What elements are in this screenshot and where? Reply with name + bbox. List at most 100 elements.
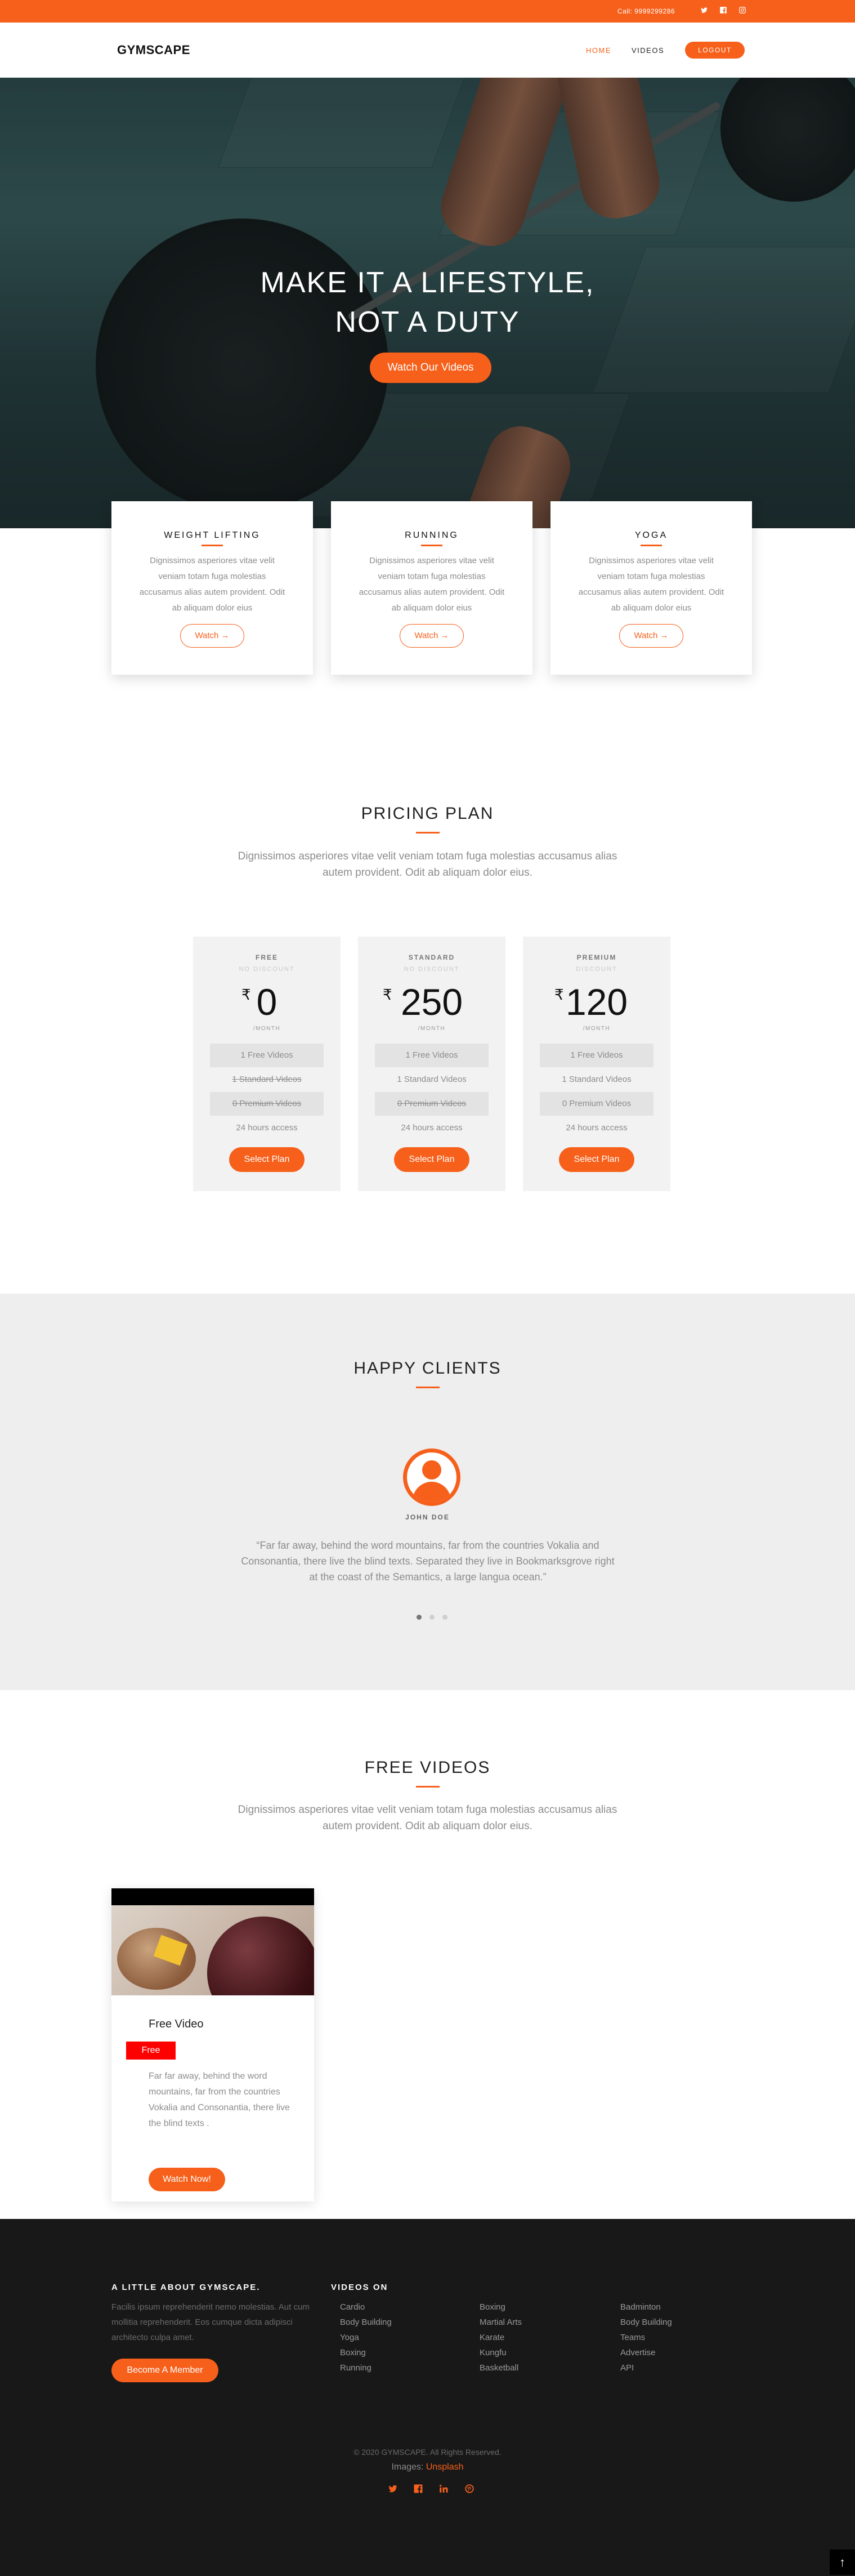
dessert-shape [117, 1928, 196, 1990]
footer-link[interactable]: Running [340, 2360, 392, 2376]
facebook-icon[interactable] [411, 2484, 425, 2497]
plan-feature: 1 Standard Videos [562, 1075, 632, 1084]
footer-link[interactable]: Boxing [340, 2345, 392, 2360]
happy-clients-section: HAPPY CLIENTS JOHN DOE “Far far away, be… [0, 1294, 855, 1690]
activity-description: Dignissimos asperiores vitae velit venia… [578, 556, 724, 613]
activity-card-weight-lifting: WEIGHT LIFTING Dignissimos asperiores vi… [111, 501, 313, 675]
avatar-ring [407, 1452, 456, 1502]
copyright-text: © 2020 GYMSCAPE. All Rights Reserved. [353, 2448, 502, 2457]
select-plan-button[interactable]: Select Plan [394, 1147, 469, 1172]
back-to-top-button[interactable]: ↑ [830, 2550, 855, 2575]
plan-card-free: FREE NO DISCOUNT ₹ 0 /MONTH 1 Free Video… [193, 937, 341, 1191]
plan-feature: 1 Free Videos [210, 1044, 324, 1067]
footer-link[interactable]: Boxing [480, 2299, 522, 2315]
watch-button[interactable]: Watch → [400, 624, 464, 648]
footer-link[interactable]: Advertise [620, 2345, 672, 2360]
footer-link[interactable]: API [620, 2360, 672, 2376]
carousel-dot[interactable] [442, 1615, 447, 1620]
watch-our-videos-button[interactable]: Watch Our Videos [370, 353, 491, 383]
watch-button[interactable]: Watch → [180, 624, 244, 648]
hero-headline-line1: MAKE IT A LIFESTYLE, [260, 266, 595, 299]
call-number[interactable]: Call: 9999299286 [617, 7, 675, 15]
plan-card-standard: STANDARD NO DISCOUNT ₹ 250 /MONTH 1 Free… [358, 937, 505, 1191]
plan-feature: 0 Premium Videos [540, 1092, 653, 1116]
footer-link[interactable]: Body Building [340, 2315, 392, 2330]
footer-link[interactable]: Yoga [340, 2330, 392, 2345]
select-plan-button[interactable]: Select Plan [229, 1147, 305, 1172]
twitter-icon[interactable] [699, 6, 709, 16]
plan-feature: 0 Premium Videos [375, 1092, 489, 1116]
plan-feature: 24 hours access [401, 1123, 463, 1133]
clients-title: HAPPY CLIENTS [353, 1359, 502, 1378]
plan-feature: 1 Free Videos [540, 1044, 653, 1067]
footer-link[interactable]: Badminton [620, 2299, 672, 2315]
activity-title: WEIGHT LIFTING [164, 531, 261, 540]
plan-name: FREE [255, 953, 278, 961]
hero-banner: MAKE IT A LIFESTYLE, NOT A DUTY Watch Ou… [0, 78, 855, 528]
clients-title-underline [416, 1387, 440, 1388]
footer-about-text: Facilis ipsum reprehenderit nemo molesti… [111, 2302, 310, 2342]
plan-discount: DISCOUNT [576, 966, 617, 973]
plan-period: /MONTH [583, 1026, 611, 1032]
free-badge: Free [126, 2042, 176, 2060]
activity-description: Dignissimos asperiores vitae velit venia… [139, 556, 285, 613]
plan-price: 0 [256, 981, 277, 1023]
activity-card-running: RUNNING Dignissimos asperiores vitae vel… [331, 501, 532, 675]
main-navbar: GYMSCAPE. HOME VIDEOS LOGOUT [0, 23, 855, 378]
logout-button[interactable]: LOGOUT [685, 42, 745, 59]
plan-price: 120 [565, 981, 628, 1023]
plan-feature: 24 hours access [566, 1123, 628, 1133]
become-member-button[interactable]: Become A Member [111, 2359, 218, 2382]
footer-link[interactable]: Body Building [620, 2315, 672, 2330]
carousel-dot[interactable] [429, 1615, 435, 1620]
twitter-icon[interactable] [386, 2484, 400, 2497]
free-videos-subtitle: Dignissimos asperiores vitae velit venia… [238, 1804, 617, 1832]
site-logo[interactable]: GYMSCAPE. [117, 43, 195, 378]
plan-feature: 24 hours access [236, 1123, 298, 1133]
facebook-icon[interactable] [718, 6, 728, 16]
footer-link[interactable]: Teams [620, 2330, 672, 2345]
activity-card-yoga: YOGA Dignissimos asperiores vitae velit … [550, 501, 752, 675]
footer-videos-list-3: Badminton Body Building Teams Advertise … [620, 2299, 672, 2376]
plan-feature: 1 Free Videos [375, 1044, 489, 1067]
footer-link[interactable]: Kungfu [480, 2345, 522, 2360]
footer-link[interactable]: Martial Arts [480, 2315, 522, 2330]
video-title[interactable]: Free Video [149, 2018, 203, 2031]
instagram-icon[interactable] [737, 6, 747, 16]
footer-link[interactable]: Cardio [340, 2299, 392, 2315]
pinterest-icon[interactable] [463, 2484, 476, 2497]
nav-home[interactable]: HOME [586, 46, 611, 55]
footer-videos-title: VIDEOS ON [331, 2283, 388, 2292]
hero-headline-line2: NOT A DUTY [335, 306, 520, 338]
plan-feature: 1 Standard Videos [397, 1075, 467, 1084]
activity-title: YOGA [634, 531, 668, 540]
title-underline [202, 545, 223, 546]
client-name: JOHN DOE [405, 1513, 450, 1521]
pricing-title-underline [416, 832, 440, 834]
video-card[interactable]: Free Video Free Far far away, behind the… [111, 1888, 314, 2201]
plan-name: STANDARD [408, 953, 455, 961]
footer-link[interactable]: Basketball [480, 2360, 522, 2376]
footer-link[interactable]: Karate [480, 2330, 522, 2345]
nav-videos[interactable]: VIDEOS [632, 46, 664, 55]
site-footer: A LITTLE ABOUT GYMSCAPE. Facilis ipsum r… [0, 2219, 855, 2576]
free-videos-title: FREE VIDEOS [364, 1758, 491, 1777]
linkedin-icon[interactable] [437, 2484, 450, 2497]
title-underline [641, 545, 662, 546]
title-underline [421, 545, 442, 546]
pricing-title: PRICING PLAN [361, 804, 494, 823]
plan-period: /MONTH [253, 1026, 281, 1032]
client-avatar [403, 1449, 460, 1506]
watch-button[interactable]: Watch → [619, 624, 683, 648]
pricing-subtitle: Dignissimos asperiores vitae velit venia… [238, 850, 617, 879]
activity-title: RUNNING [405, 531, 459, 540]
select-plan-button[interactable]: Select Plan [559, 1147, 634, 1172]
plan-feature: 0 Premium Videos [210, 1092, 324, 1116]
watch-now-button[interactable]: Watch Now! [149, 2168, 225, 2191]
footer-about-title: A LITTLE ABOUT GYMSCAPE. [111, 2283, 261, 2292]
plan-name: PREMIUM [576, 953, 617, 961]
video-description: Far far away, behind the word mountains,… [149, 2071, 290, 2128]
unsplash-link[interactable]: Unsplash [426, 2462, 464, 2472]
client-testimonial: “Far far away, behind the word mountains… [241, 1540, 615, 1583]
carousel-dot[interactable] [417, 1615, 422, 1620]
